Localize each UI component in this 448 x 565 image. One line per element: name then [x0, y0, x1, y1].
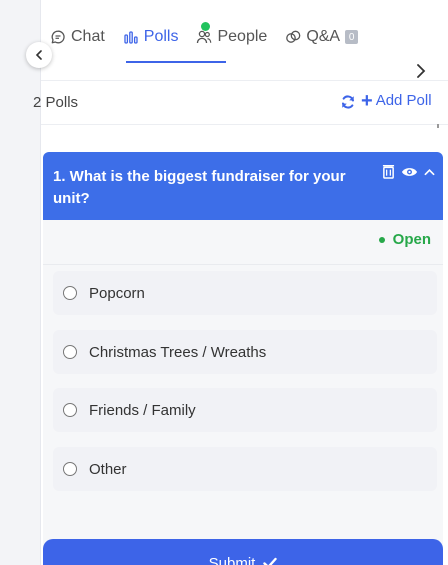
- poll-actions: [382, 164, 435, 179]
- radio-button[interactable]: [63, 345, 77, 359]
- add-poll-button[interactable]: + Add Poll: [361, 89, 432, 112]
- chevron-right-icon: [417, 64, 426, 78]
- chevron-left-icon: [35, 50, 42, 60]
- poll-status-label: Open: [392, 231, 431, 248]
- chat-icon: [50, 29, 66, 45]
- tab-people[interactable]: People: [196, 28, 267, 46]
- collapse-panel-button[interactable]: [26, 42, 52, 68]
- submit-button[interactable]: Submit: [43, 539, 443, 565]
- poll-status: Open: [378, 231, 431, 248]
- submit-label: Submit: [208, 554, 256, 565]
- tab-polls[interactable]: Polls: [123, 22, 210, 46]
- plus-icon: +: [361, 89, 373, 112]
- poll-option-label: Christmas Trees / Wreaths: [89, 343, 267, 361]
- header-divider: [41, 124, 448, 125]
- poll-option[interactable]: Friends / Family: [53, 388, 437, 432]
- scroll-tabs-right-button[interactable]: [412, 62, 430, 80]
- poll-option-label: Friends / Family: [89, 401, 196, 419]
- collapse-poll-button[interactable]: [424, 168, 435, 176]
- poll-card-header[interactable]: 1. What is the biggest fundraiser for yo…: [43, 152, 443, 220]
- status-dot: [378, 236, 385, 243]
- tab-polls-label: Polls: [143, 28, 179, 45]
- refresh-icon: [342, 95, 354, 109]
- add-poll-label: Add Poll: [375, 92, 432, 109]
- polls-count: 2 Polls: [33, 94, 79, 111]
- qa-icon: [285, 29, 301, 45]
- people-icon: [196, 29, 212, 45]
- radio-button[interactable]: [63, 462, 77, 476]
- toggle-visibility-button[interactable]: [401, 166, 418, 178]
- panel-border: [40, 0, 41, 565]
- status-divider: [43, 264, 443, 265]
- poll-question: 1. What is the biggest fundraiser for yo…: [53, 168, 346, 207]
- poll-option-label: Popcorn: [89, 284, 145, 302]
- eye-icon: [401, 167, 418, 176]
- qa-count-badge: 0: [345, 30, 359, 44]
- tab-qa[interactable]: Q&A 0: [285, 28, 359, 46]
- trash-icon: [382, 164, 395, 179]
- scroll-indicator: [437, 124, 439, 128]
- tab-chat-label: Chat: [71, 28, 105, 45]
- delete-poll-button[interactable]: [382, 164, 395, 179]
- chevron-up-icon: [424, 168, 435, 175]
- bar-chart-icon: [123, 29, 139, 45]
- poll-option-label: Other: [89, 460, 127, 478]
- poll-option[interactable]: Other: [53, 447, 437, 491]
- tab-chat[interactable]: Chat: [50, 28, 105, 46]
- poll-card-body: Open Popcorn Christmas Trees / Wreaths F…: [43, 220, 443, 565]
- poll-option[interactable]: Christmas Trees / Wreaths: [53, 330, 437, 374]
- radio-button[interactable]: [63, 403, 77, 417]
- active-tab-indicator: [126, 61, 226, 63]
- radio-button[interactable]: [63, 286, 77, 300]
- left-strip: [0, 0, 40, 565]
- tab-qa-label: Q&A: [306, 28, 341, 45]
- poll-option[interactable]: Popcorn: [53, 271, 437, 315]
- refresh-button[interactable]: [340, 94, 356, 110]
- tab-bar: Chat Polls People Q&A 0: [50, 22, 376, 52]
- tab-people-label: People: [217, 28, 268, 45]
- tabs-divider: [41, 80, 448, 81]
- checkmark-icon: [263, 557, 278, 565]
